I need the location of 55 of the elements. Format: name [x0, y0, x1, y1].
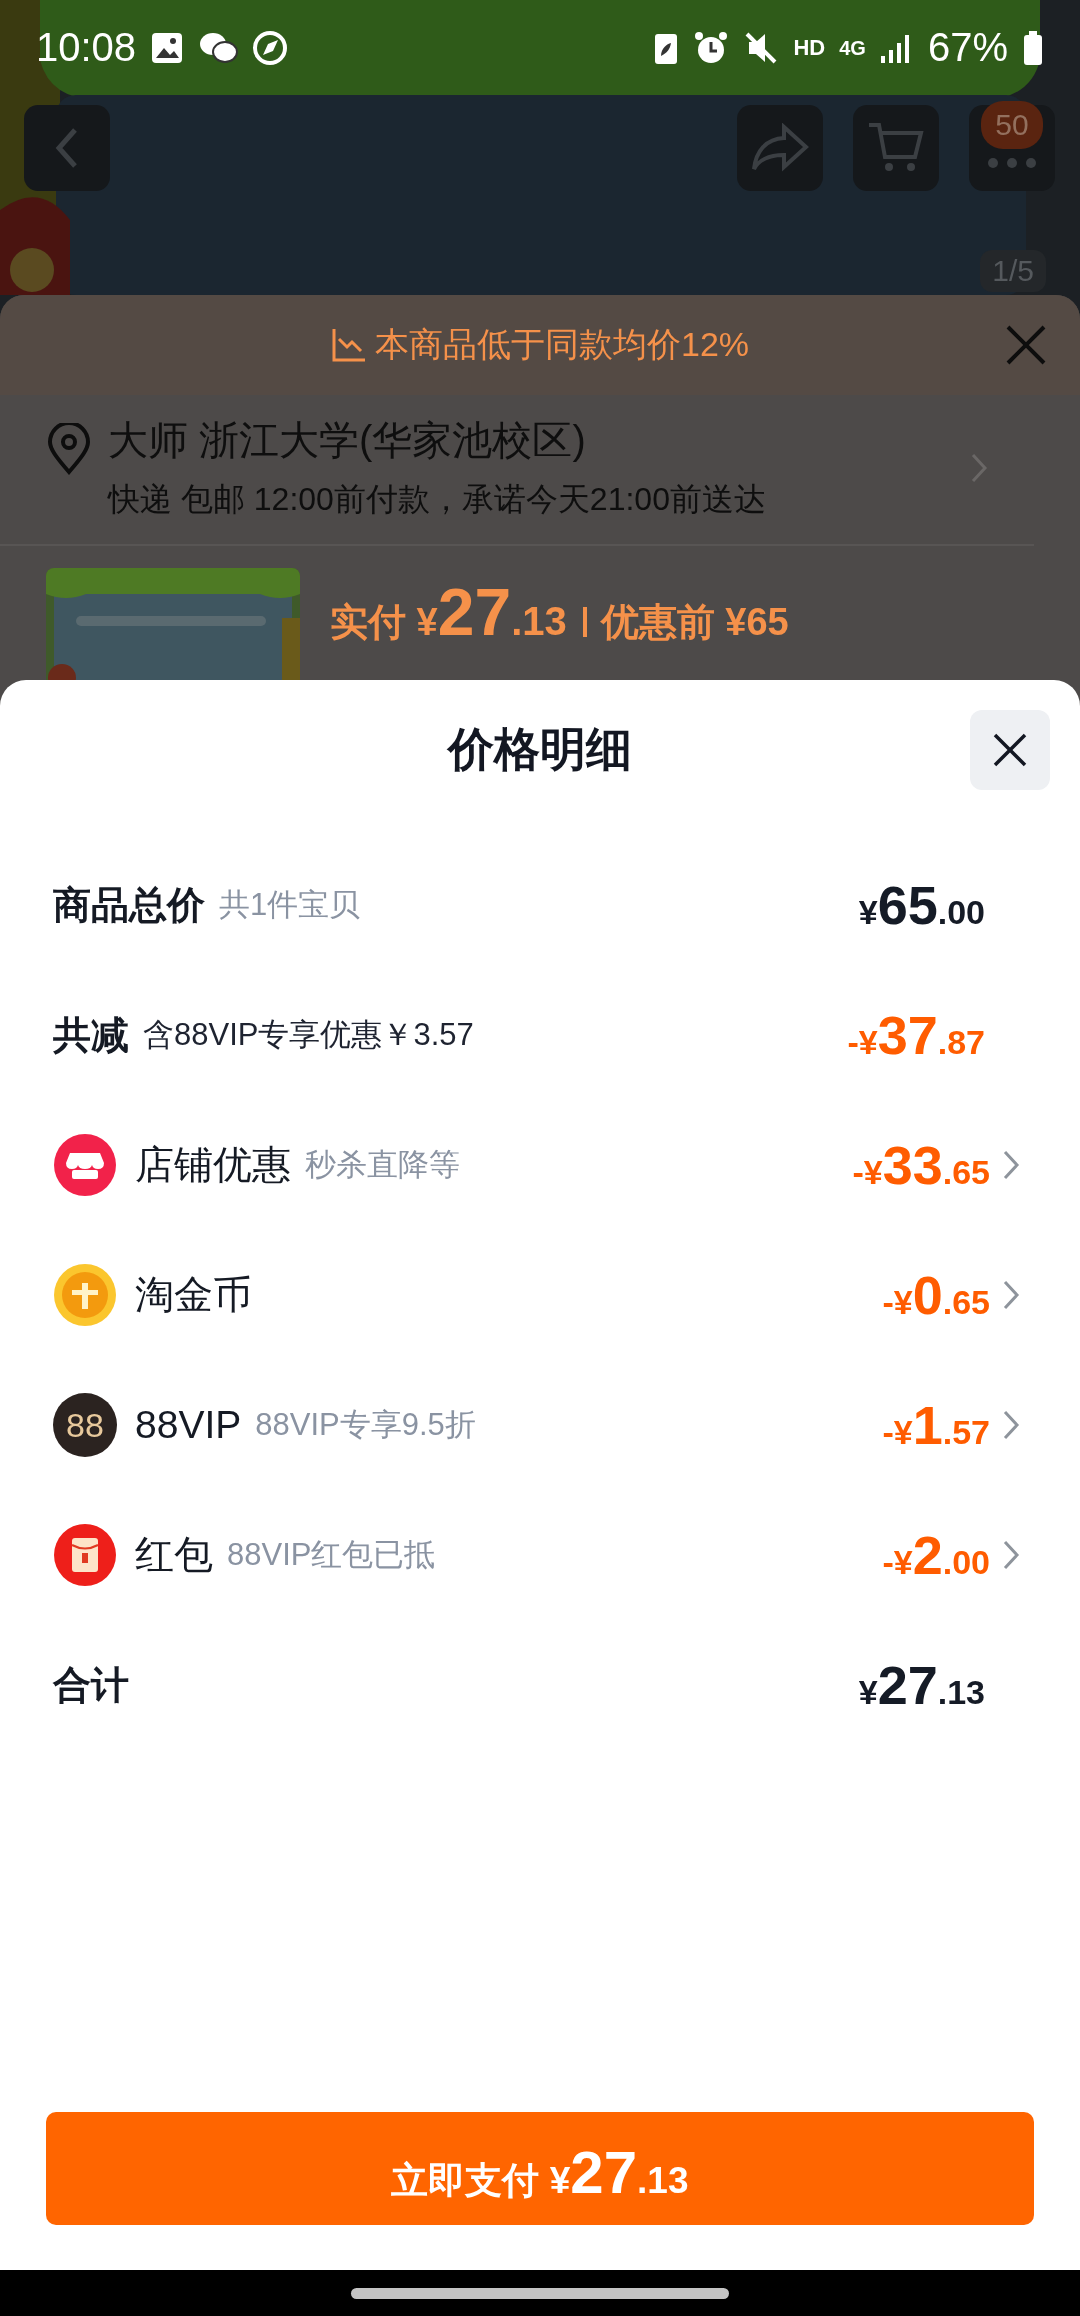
row-note: 含88VIP专享优惠￥3.57 — [143, 1016, 474, 1054]
chevron-right-icon[interactable] — [1002, 1539, 1020, 1571]
row-label: 合计 — [53, 1662, 129, 1708]
battery-icon — [1022, 29, 1044, 66]
home-indicator[interactable] — [351, 2287, 729, 2299]
row-note: 88VIP红包已抵 — [227, 1536, 436, 1574]
gallery-icon — [150, 30, 185, 65]
row-label: 店铺优惠 — [135, 1142, 291, 1188]
chevron-right-icon[interactable] — [1002, 1149, 1020, 1181]
more-button[interactable]: 50 — [969, 104, 1055, 191]
row-note: 88VIP专享9.5折 — [255, 1406, 476, 1444]
paid-price: 实付 ¥27.13 优惠前 ¥65 — [330, 574, 789, 650]
clock-time: 10:08 — [36, 25, 137, 70]
share-icon — [750, 122, 810, 173]
row-note: 秒杀直降等 — [305, 1146, 460, 1184]
hd-label: HD — [793, 34, 826, 61]
compass-icon — [252, 29, 289, 66]
notification-badge: 50 — [981, 100, 1043, 149]
coin-icon — [53, 1263, 117, 1327]
cart-button[interactable] — [853, 104, 939, 191]
price-amount: ¥65.00 — [858, 874, 985, 936]
location-pin-icon — [46, 423, 92, 475]
price-amount: -¥2.00 — [882, 1524, 990, 1586]
chevron-right-icon[interactable] — [1002, 1279, 1020, 1311]
price-amount: -¥33.65 — [852, 1134, 990, 1196]
vip-badge: 88 — [53, 1393, 117, 1457]
price-amount: -¥37.87 — [847, 1004, 985, 1066]
envelope-icon — [53, 1523, 117, 1587]
row-label: 共减 — [53, 1012, 129, 1058]
network-label: 4G — [839, 37, 866, 58]
price-amount: -¥1.57 — [882, 1394, 990, 1456]
pay-button[interactable]: 立即支付 ¥27.13 — [46, 2112, 1034, 2225]
alarm-icon — [693, 29, 730, 66]
chevron-right-icon[interactable] — [970, 451, 988, 484]
row-label: 商品总价 — [53, 882, 205, 928]
trend-chart-icon — [330, 327, 367, 363]
close-icon — [992, 732, 1028, 768]
chevron-right-icon[interactable] — [1002, 1409, 1020, 1441]
back-button[interactable] — [24, 104, 110, 191]
more-icon — [987, 156, 1037, 169]
price-amount: ¥27.13 — [858, 1654, 985, 1716]
price-amount: -¥0.65 — [882, 1264, 990, 1326]
shop-icon — [53, 1133, 117, 1197]
chat-icon — [198, 30, 239, 65]
price-tip-text: 本商品低于同款均价12% — [374, 324, 750, 365]
row-label: 淘金币 — [135, 1272, 252, 1318]
row-label: 红包 — [135, 1532, 213, 1578]
row-note: 共1件宝贝 — [219, 886, 361, 924]
share-button[interactable] — [737, 104, 823, 191]
battery-percent: 67% — [927, 25, 1008, 70]
delivery-text: 快递 包邮 12:00前付款，承诺今天21:00前送达 — [108, 480, 767, 519]
address-text[interactable]: 大师 浙江大学(华家池校区) — [108, 413, 954, 468]
sheet-title: 价格明细 — [448, 722, 632, 777]
row-label: 88VIP — [135, 1403, 242, 1447]
close-button[interactable] — [970, 710, 1050, 790]
